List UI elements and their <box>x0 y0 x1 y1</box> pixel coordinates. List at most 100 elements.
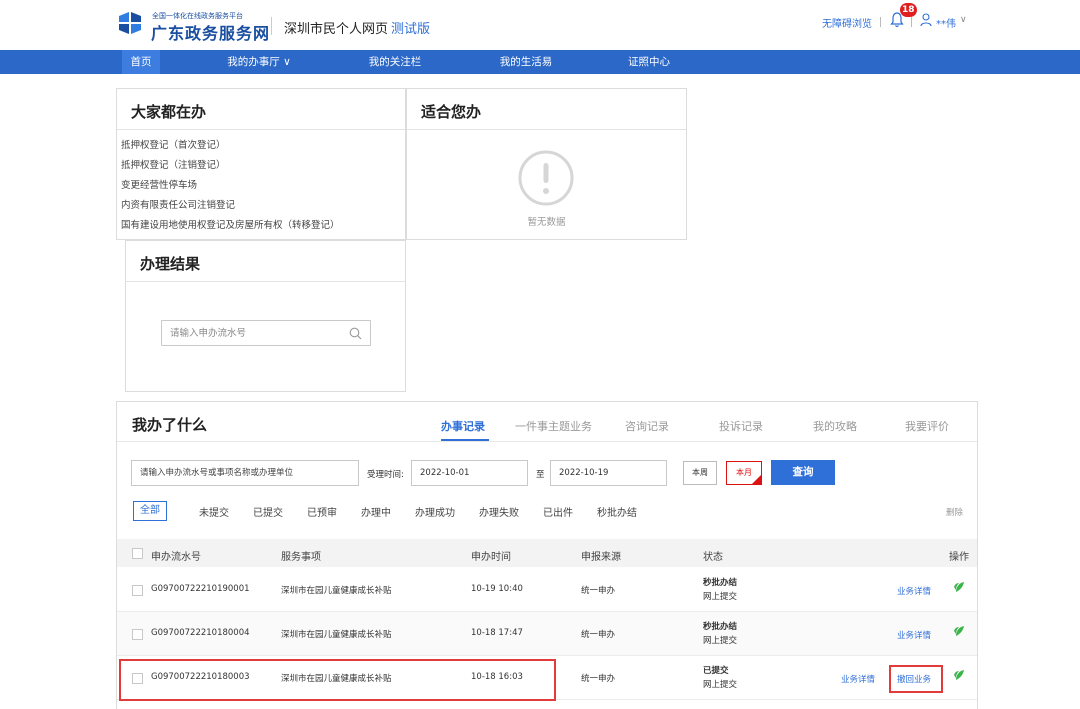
row-checkbox[interactable] <box>132 629 143 640</box>
popular-item[interactable]: 国有建设用地使用权登记及房屋所有权（转移登记） <box>121 216 340 236</box>
filter-prechecked[interactable]: 已预审 <box>307 504 337 519</box>
delete-button[interactable]: 删除 <box>946 506 963 518</box>
this-month-button[interactable]: 本月 <box>726 461 762 485</box>
row-service: 深圳市在园儿童健康成长补贴 <box>281 584 392 596</box>
top-header: 全国一体化在线政务服务平台 广东政务服务网 深圳市民个人网页测试版 无障碍浏览 … <box>0 0 1080 48</box>
row-source: 统一申办 <box>581 628 615 640</box>
filter-not-submitted[interactable]: 未提交 <box>199 504 229 519</box>
tab-consult[interactable]: 咨询记录 <box>625 418 669 434</box>
leaf-icon[interactable] <box>953 581 965 593</box>
filter-submitted[interactable]: 已提交 <box>253 504 283 519</box>
suitable-title: 适合您办 <box>421 101 481 122</box>
filter-issued[interactable]: 已出件 <box>543 504 573 519</box>
nav-license-center[interactable]: 证照中心 <box>614 50 684 74</box>
suitable-card: 适合您办 暂无数据 <box>406 88 687 240</box>
popular-item[interactable]: 内资有限责任公司注销登记 <box>121 196 340 216</box>
table-row: G09700722210180004 深圳市在园儿童健康成长补贴 10-18 1… <box>117 612 977 656</box>
row-serial: G09700722210190001 <box>151 584 250 594</box>
leaf-icon[interactable] <box>953 625 965 637</box>
popular-item[interactable]: 抵押权登记（注销登记） <box>121 156 340 176</box>
row-status: 秒批办结网上提交 <box>703 576 737 604</box>
main-nav: 首页 我的办事厅 ∨ 我的关注栏 我的生活易 证照中心 <box>0 50 1080 74</box>
row-checkbox[interactable] <box>132 585 143 596</box>
panel-divider <box>117 441 977 442</box>
platform-name[interactable]: 广东政务服务网 <box>151 20 270 44</box>
card-divider <box>126 281 405 282</box>
result-search-box <box>161 320 371 346</box>
business-detail-link[interactable]: 业务详情 <box>841 673 875 685</box>
col-time: 申办时间 <box>471 548 511 563</box>
business-detail-link[interactable]: 业务详情 <box>897 629 931 641</box>
selected-corner-icon <box>752 475 761 484</box>
records-title: 我办了什么 <box>132 414 207 435</box>
row-status-label: 秒批办结 <box>703 622 737 632</box>
popular-title: 大家都在办 <box>131 101 206 122</box>
row-status-label: 已提交 <box>703 666 729 676</box>
filter-all[interactable]: 全部 <box>133 501 167 521</box>
nav-my-hall[interactable]: 我的办事厅 ∨ <box>215 50 303 74</box>
accessible-browse-link[interactable]: 无障碍浏览 <box>822 15 872 30</box>
row-channel: 网上提交 <box>703 592 737 602</box>
city-page-title: 深圳市民个人网页测试版 <box>284 18 430 37</box>
record-search-box <box>131 460 359 486</box>
this-week-button[interactable]: 本周 <box>683 461 717 485</box>
table-header: 申办流水号 服务事项 申办时间 申报来源 状态 操作 <box>117 539 977 567</box>
tab-one-thing[interactable]: 一件事主题业务 <box>515 418 592 434</box>
notification-badge[interactable]: 18 <box>900 3 917 17</box>
header-divider <box>880 17 881 27</box>
date-to-input[interactable] <box>551 461 666 485</box>
business-detail-link[interactable]: 业务详情 <box>897 585 931 597</box>
result-card: 办理结果 <box>125 240 406 392</box>
nav-my-follow[interactable]: 我的关注栏 <box>355 50 435 74</box>
city-page-label: 深圳市民个人网页 <box>284 22 388 37</box>
logo-divider <box>271 17 272 35</box>
col-action: 操作 <box>949 548 969 563</box>
nav-home[interactable]: 首页 <box>122 50 160 74</box>
user-icon[interactable] <box>920 13 932 27</box>
this-month-label: 本月 <box>736 468 752 477</box>
tab-records[interactable]: 办事记录 <box>441 418 485 434</box>
row-highlight-box <box>119 659 556 701</box>
record-search-input[interactable] <box>132 461 358 485</box>
popular-list: 抵押权登记（首次登记） 抵押权登记（注销登记） 变更经营性停车场 内资有限责任公… <box>121 136 340 236</box>
time-label: 受理时间: <box>367 468 404 480</box>
date-to-box <box>550 460 667 486</box>
query-button[interactable]: 查询 <box>771 460 835 485</box>
row-status: 秒批办结网上提交 <box>703 620 737 648</box>
card-divider <box>117 129 405 130</box>
result-search-input[interactable] <box>162 321 342 345</box>
table-row: G09700722210190001 深圳市在园儿童健康成长补贴 10-19 1… <box>117 568 977 612</box>
select-all-checkbox[interactable] <box>132 548 143 559</box>
tab-evaluate[interactable]: 我要评价 <box>905 418 949 434</box>
row-channel: 网上提交 <box>703 680 737 690</box>
search-icon[interactable] <box>349 327 362 340</box>
filter-success[interactable]: 办理成功 <box>415 504 455 519</box>
header-divider <box>911 17 912 27</box>
chevron-down-icon[interactable]: ∨ <box>960 15 967 25</box>
row-time: 10-18 17:47 <box>471 628 523 638</box>
nav-my-life[interactable]: 我的生活易 <box>486 50 566 74</box>
tab-complaint[interactable]: 投诉记录 <box>719 418 763 434</box>
row-source: 统一申办 <box>581 672 615 684</box>
filter-processing[interactable]: 办理中 <box>361 504 391 519</box>
empty-text: 暂无数据 <box>407 214 686 228</box>
filter-failed[interactable]: 办理失败 <box>479 504 519 519</box>
leaf-icon[interactable] <box>953 669 965 681</box>
user-name[interactable]: **伟 <box>936 15 956 30</box>
col-serial: 申办流水号 <box>151 548 201 563</box>
card-divider <box>407 129 686 130</box>
date-from-input[interactable] <box>412 461 527 485</box>
date-from-box <box>411 460 528 486</box>
popular-item[interactable]: 变更经营性停车场 <box>121 176 340 196</box>
withdraw-highlight-box <box>889 665 943 693</box>
date-separator: 至 <box>536 468 545 480</box>
popular-item[interactable]: 抵押权登记（首次登记） <box>121 136 340 156</box>
result-title: 办理结果 <box>140 253 200 274</box>
row-time: 10-19 10:40 <box>471 584 523 594</box>
tab-guide[interactable]: 我的攻略 <box>813 418 857 434</box>
filter-instant-approval[interactable]: 秒批办结 <box>597 504 637 519</box>
row-serial: G09700722210180004 <box>151 628 250 638</box>
row-channel: 网上提交 <box>703 636 737 646</box>
row-source: 统一申办 <box>581 584 615 596</box>
guangdong-logo-icon <box>117 10 143 36</box>
